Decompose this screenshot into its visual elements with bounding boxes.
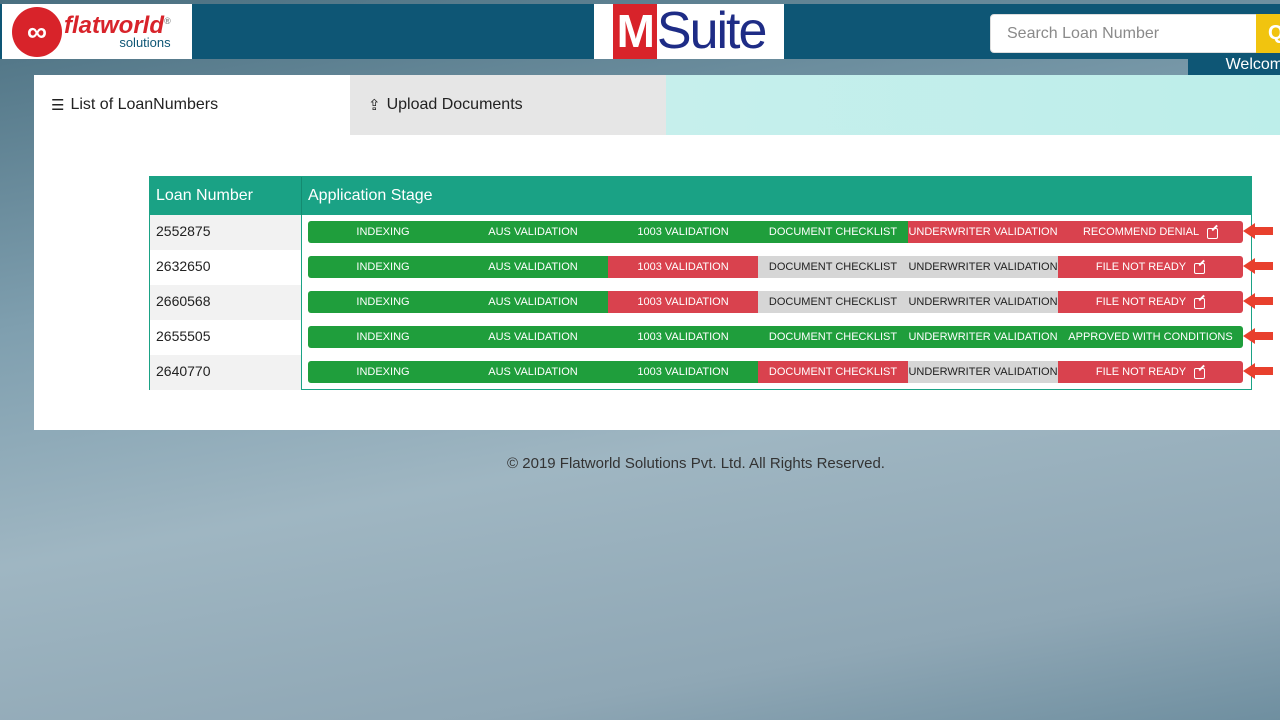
- final-status-segment[interactable]: RECOMMEND DENIAL: [1058, 221, 1243, 243]
- stage-progress: INDEXING AUS VALIDATION 1003 VALIDATION DOC…: [308, 221, 1243, 243]
- final-status-label: RECOMMEND DENIAL: [1082, 226, 1200, 238]
- stage-segment: INDEXING: [308, 291, 458, 313]
- stage-segment: 1003 VALIDATION: [608, 221, 758, 243]
- stage-segment: UNDERWRITER VALIDATION: [908, 256, 1058, 278]
- table-row[interactable]: 2552875 INDEXING AUS VALIDATION 1003 VALIDA…: [150, 215, 1251, 250]
- edit-icon[interactable]: [1207, 227, 1219, 239]
- loan-number-cell[interactable]: 2655505: [150, 320, 301, 355]
- stage-segment: AUS VALIDATION: [458, 221, 608, 243]
- edit-icon[interactable]: [1194, 367, 1206, 379]
- arrow-shape: [1243, 363, 1273, 379]
- stage-segment: 1003 VALIDATION: [608, 256, 758, 278]
- table-row[interactable]: 2655505 INDEXING AUS VALIDATION 1003 VALIDA…: [150, 320, 1251, 355]
- table-header: Loan Number Application Stage: [150, 177, 1251, 215]
- final-status-label: FILE NOT READY: [1095, 261, 1187, 273]
- tab-list-loannumbers[interactable]: ☰ List of LoanNumbers: [34, 75, 350, 135]
- stage-segment: INDEXING: [308, 256, 458, 278]
- stage-segment: INDEXING: [308, 361, 458, 383]
- loan-number-cell[interactable]: 2632650: [150, 250, 301, 285]
- row-indicator-arrow-icon: [1243, 223, 1273, 239]
- stage-segment: UNDERWRITER VALIDATION: [908, 326, 1058, 348]
- stage-segment: 1003 VALIDATION: [608, 326, 758, 348]
- search-loan-input[interactable]: [990, 14, 1258, 53]
- table-row[interactable]: 2632650 INDEXING AUS VALIDATION 1003 VALIDA…: [150, 250, 1251, 285]
- table-row[interactable]: 2640770 INDEXING AUS VALIDATION 1003 VALIDA…: [150, 355, 1251, 390]
- header-application-stage: Application Stage: [308, 187, 433, 204]
- stage-progress: INDEXING AUS VALIDATION 1003 VALIDATION DOC…: [308, 361, 1243, 383]
- search-button[interactable]: Q: [1256, 14, 1280, 53]
- arrow-shape: [1243, 328, 1273, 344]
- stage-segment: INDEXING: [308, 326, 458, 348]
- stage-segment: INDEXING: [308, 221, 458, 243]
- row-indicator-arrow-icon: [1243, 258, 1273, 274]
- app-logo-m: M: [612, 4, 657, 59]
- edit-icon[interactable]: [1194, 297, 1206, 309]
- tab-upload-documents[interactable]: ⇪ Upload Documents: [350, 75, 666, 135]
- stage-progress: INDEXING AUS VALIDATION 1003 VALIDATION DOC…: [308, 256, 1243, 278]
- row-indicator-arrow-icon: [1243, 293, 1273, 309]
- final-status-segment[interactable]: FILE NOT READY: [1058, 361, 1243, 383]
- stage-segment: 1003 VALIDATION: [608, 361, 758, 383]
- footer-copyright: © 2019 Flatworld Solutions Pvt. Ltd. All…: [507, 455, 885, 472]
- final-status-label: APPROVED WITH CONDITIONS: [1068, 331, 1233, 343]
- search-icon: Q: [1268, 22, 1280, 44]
- infinity-logo-icon: ∞: [12, 6, 62, 57]
- stage-segment: DOCUMENT CHECKLIST: [758, 291, 908, 313]
- stage-segment: UNDERWRITER VALIDATION: [908, 291, 1058, 313]
- stage-segment: UNDERWRITER VALIDATION: [908, 221, 1058, 243]
- edit-icon[interactable]: [1194, 262, 1206, 274]
- stage-segment: AUS VALIDATION: [458, 361, 608, 383]
- tab-label: List of LoanNumbers: [70, 96, 219, 113]
- loan-number-cell[interactable]: 2640770: [150, 355, 301, 390]
- stage-segment: AUS VALIDATION: [458, 291, 608, 313]
- final-status-segment[interactable]: FILE NOT READY: [1058, 256, 1243, 278]
- app-logo: M Suite: [594, 4, 784, 59]
- row-indicator-arrow-icon: [1243, 363, 1273, 379]
- final-status-segment: APPROVED WITH CONDITIONS: [1058, 326, 1243, 348]
- loan-number-cell[interactable]: 2660568: [150, 285, 301, 320]
- stage-segment: AUS VALIDATION: [458, 256, 608, 278]
- row-indicator-arrow-icon: [1243, 328, 1273, 344]
- app-logo-suite: Suite: [656, 2, 768, 60]
- stage-segment: DOCUMENT CHECKLIST: [758, 221, 908, 243]
- tab-label: Upload Documents: [386, 96, 523, 113]
- final-status-label: FILE NOT READY: [1095, 366, 1187, 378]
- final-status-label: FILE NOT READY: [1095, 296, 1187, 308]
- final-status-segment[interactable]: FILE NOT READY: [1058, 291, 1243, 313]
- arrow-shape: [1243, 293, 1273, 309]
- header-loan-number: Loan Number: [156, 187, 253, 204]
- loan-table: Loan Number Application Stage 2552875 IND…: [149, 176, 1252, 390]
- company-logo[interactable]: ∞ flatworld® solutions: [2, 4, 192, 59]
- loan-number-cell[interactable]: 2552875: [150, 215, 301, 250]
- stage-segment: DOCUMENT CHECKLIST: [758, 256, 908, 278]
- stage-segment: 1003 VALIDATION: [608, 291, 758, 313]
- welcome-text: Welcome: [1225, 56, 1280, 73]
- stage-progress: INDEXING AUS VALIDATION 1003 VALIDATION DOC…: [308, 326, 1243, 348]
- stage-segment: DOCUMENT CHECKLIST: [758, 326, 908, 348]
- stage-segment: AUS VALIDATION: [458, 326, 608, 348]
- list-icon: ☰: [51, 97, 65, 114]
- stage-segment: UNDERWRITER VALIDATION: [908, 361, 1058, 383]
- stage-segment: DOCUMENT CHECKLIST: [758, 361, 908, 383]
- table-row[interactable]: 2660568 INDEXING AUS VALIDATION 1003 VALIDA…: [150, 285, 1251, 320]
- upload-icon: ⇪: [368, 97, 381, 114]
- stage-progress: INDEXING AUS VALIDATION 1003 VALIDATION DOC…: [308, 291, 1243, 313]
- arrow-shape: [1243, 258, 1273, 274]
- arrow-shape: [1243, 223, 1273, 239]
